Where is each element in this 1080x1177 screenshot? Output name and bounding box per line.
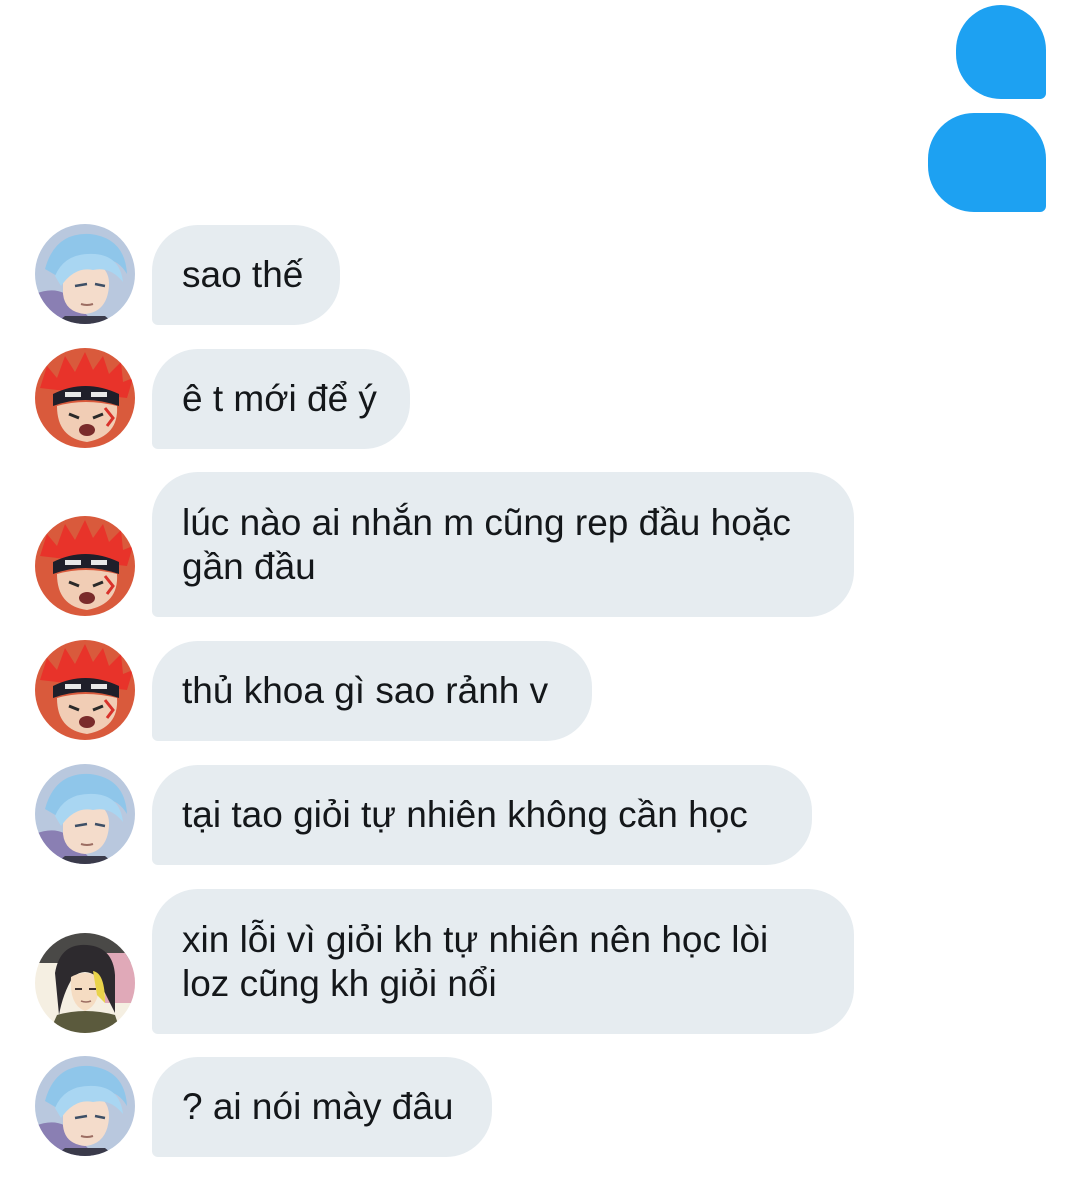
incoming-message[interactable]: ? ai nói mày đâu (152, 1057, 492, 1157)
avatar-red-hair-icon[interactable] (35, 348, 135, 448)
avatar-dark-hair-icon[interactable] (35, 933, 135, 1033)
incoming-message[interactable]: sao thế (152, 225, 340, 325)
avatar-red-hair-icon[interactable] (35, 516, 135, 616)
message-text: xin lỗi vì giỏi kh tự nhiên nên học lòi … (182, 918, 779, 1004)
message-text: ? ai nói mày đâu (182, 1086, 454, 1127)
message-text: thủ khoa gì sao rảnh v (182, 670, 549, 711)
outgoing-message[interactable]: này (928, 113, 1046, 282)
chat-thread: ... này sao thế ê t mới để ý lúc nào ai … (0, 0, 1080, 1177)
incoming-message[interactable]: thủ khoa gì sao rảnh v (152, 641, 592, 741)
message-text: lúc nào ai nhắn m cũng rep đầu hoặc gần … (182, 501, 802, 587)
outgoing-message[interactable]: ... (956, 5, 1046, 164)
message-text: tại tao giỏi tự nhiên không cần học (182, 794, 748, 835)
message-text: ê t mới để ý (182, 378, 377, 419)
avatar-blue-hair-icon[interactable] (35, 224, 135, 324)
incoming-message[interactable]: xin lỗi vì giỏi kh tự nhiên nên học lòi … (152, 889, 854, 1034)
incoming-message[interactable]: ê t mới để ý (152, 349, 410, 449)
incoming-message[interactable]: lúc nào ai nhắn m cũng rep đầu hoặc gần … (152, 472, 854, 617)
avatar-red-hair-icon[interactable] (35, 640, 135, 740)
avatar-blue-hair-icon[interactable] (35, 764, 135, 864)
message-text: sao thế (182, 254, 304, 295)
incoming-message[interactable]: tại tao giỏi tự nhiên không cần học (152, 765, 812, 865)
avatar-blue-hair-icon[interactable] (35, 1056, 135, 1156)
message-text: này (977, 241, 1038, 282)
